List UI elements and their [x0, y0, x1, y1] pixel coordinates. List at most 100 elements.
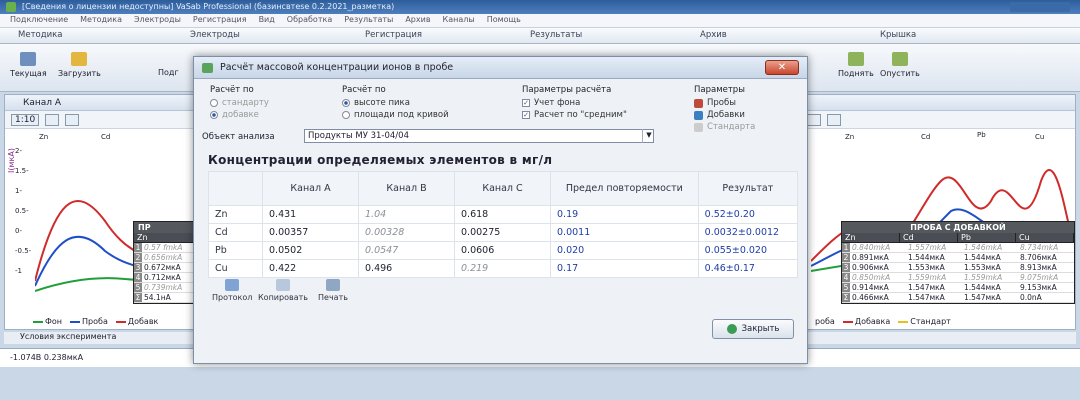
table-header-row: Канал А Канал В Канал С Предел повторяем… — [208, 171, 799, 206]
menu-item[interactable]: Архив — [405, 15, 430, 26]
checkbox-background[interactable]: ✓ Учет фона — [522, 98, 627, 108]
raise-button[interactable]: Поднять — [838, 52, 874, 78]
overlay-row: 5 0.914мкА 1.547мкА 1.544мкА 9.153мкА — [842, 283, 1074, 293]
checkbox-average[interactable]: ✓ Расчет по "средним" — [522, 110, 627, 120]
y-tick: 2- — [15, 147, 22, 155]
group-title: Параметры — [694, 85, 745, 95]
concentration-title: Концентрации определяемых элементов в мг… — [208, 153, 553, 167]
tab-registration[interactable]: Регистрация — [365, 30, 422, 40]
chart-icon[interactable] — [65, 113, 80, 126]
raise-label: Поднять — [838, 69, 874, 78]
protocol-button[interactable]: Протокол — [212, 279, 252, 302]
load-button[interactable]: Загрузить — [58, 52, 101, 78]
overlay-col: Cd — [900, 233, 958, 242]
calc-method-group: Расчёт по стандарту добавке — [210, 85, 269, 122]
menu-item[interactable]: Подключение — [10, 15, 68, 26]
menu-item[interactable]: Обработка — [287, 15, 332, 26]
group-title: Расчёт по — [210, 85, 254, 95]
radio-peak-height[interactable]: высоте пика — [342, 98, 449, 108]
col-header — [208, 171, 263, 206]
right-legend: роба Добавка Стандарт — [815, 317, 951, 326]
menu-item[interactable]: Результаты — [344, 15, 393, 26]
tab-lid[interactable]: Крышка — [880, 30, 916, 40]
tab-electrodes[interactable]: Электроды — [190, 30, 240, 40]
close-button[interactable]: Закрыть — [712, 319, 794, 339]
menu-item[interactable]: Каналы — [443, 15, 475, 26]
protocol-label: Протокол — [212, 293, 253, 302]
radio-standard[interactable]: стандарту — [210, 98, 269, 108]
radio-peak-area[interactable]: площади под кривой — [342, 110, 449, 120]
left-legend: Фон Проба Добавк — [33, 317, 158, 326]
lower-label: Опустить — [880, 69, 920, 78]
peak-method-group: Расчёт по высоте пика площади под кривой — [342, 85, 449, 122]
dialog-title-bar: Расчёт массовой концентрации ионов в про… — [194, 57, 807, 79]
menu-item[interactable]: Помощь — [487, 15, 521, 26]
right-panel-header — [801, 95, 1075, 111]
copy-label: Копировать — [258, 293, 308, 302]
chevron-down-icon[interactable]: ▼ — [642, 129, 655, 143]
col-header: Канал В — [358, 171, 455, 206]
tab-archive[interactable]: Архив — [700, 30, 727, 40]
menu-item[interactable]: Методика — [80, 15, 122, 26]
legend-item: Добавк — [115, 317, 158, 326]
overlay-row: 2 0.656mkA — [134, 253, 194, 263]
table-row: Zn 0.431 1.04 0.618 0.19 0.52±0.20 — [208, 205, 799, 224]
col-header: Канал А — [262, 171, 359, 206]
lower-button[interactable]: Опустить — [880, 52, 920, 78]
flask-icon — [694, 122, 703, 132]
element-marker: Pb — [977, 131, 986, 139]
prepare-label: Подг — [158, 68, 179, 77]
element-marker: Cu — [1035, 133, 1045, 141]
overlay-row: 3 0.906мкА 1.553мкА 1.553мкА 8.913мкА — [842, 263, 1074, 273]
window-controls[interactable] — [1010, 2, 1070, 12]
copy-icon — [275, 279, 290, 291]
chart-icon[interactable] — [807, 113, 821, 126]
overlay-header: ПРОБА С ДОБАВКОЙ — [842, 222, 1074, 233]
close-label: Закрыть — [741, 324, 780, 334]
overlay-row: 4 0.712мкА — [134, 273, 194, 283]
y-tick: 1- — [15, 187, 22, 195]
legend-item: Фон — [33, 317, 62, 326]
grid-icon[interactable] — [45, 113, 60, 126]
arrow-down-icon — [891, 52, 908, 66]
element-marker: Cd — [921, 133, 931, 141]
overlay-row: 5 0.739mkA — [134, 283, 194, 293]
menu-bar: Подключение Методика Электроды Регистрац… — [0, 14, 1080, 28]
object-label: Объект анализа — [202, 132, 275, 142]
menu-item[interactable]: Вид — [259, 15, 275, 26]
zoom-button[interactable]: 1:10 — [11, 113, 40, 126]
overlay-row: 1 0.840mkA 1.557mkA 1.546mkA 8.734mkA — [842, 243, 1074, 253]
conditions-label: Условия эксперимента — [20, 332, 117, 341]
prepare-button[interactable]: Подг — [158, 68, 179, 77]
close-icon[interactable]: ✕ — [765, 60, 799, 75]
legend-item: Стандарт — [898, 317, 951, 326]
print-button[interactable]: Печать — [318, 279, 348, 302]
current-label: Текущая — [10, 69, 47, 78]
table-row: Pb 0.0502 0.0547 0.0606 0.020 0.055±0.020 — [208, 241, 799, 260]
tab-results[interactable]: Результаты — [530, 30, 582, 40]
overlay-col: Zn — [842, 233, 900, 242]
right-panel-toolbar — [801, 111, 1075, 129]
copy-button[interactable]: Копировать — [258, 279, 308, 302]
arrow-up-icon — [847, 52, 864, 66]
legend-item: Добавка — [842, 317, 890, 326]
overlay-row: Σ 0.466мкА 1.547мкА 1.547мкА 0.0nA — [842, 293, 1074, 303]
right-results-overlay: ПРОБА С ДОБАВКОЙ Zn Cd Pb Cu 1 0.840mkA 1.… — [841, 221, 1075, 304]
flask-icon — [694, 98, 703, 108]
radio-addition[interactable]: добавке — [210, 110, 269, 120]
menu-item[interactable]: Электроды — [134, 15, 181, 26]
samples-button[interactable]: Пробы — [694, 98, 755, 108]
overlay-col: Pb — [958, 233, 1016, 242]
dialog-title: Расчёт массовой концентрации ионов в про… — [220, 62, 454, 73]
current-button[interactable]: Текущая — [10, 52, 47, 78]
object-select[interactable]: Продукты МУ 31-04/04 — [304, 129, 654, 143]
marker-icon[interactable] — [827, 113, 841, 126]
calc-params-group: Параметры расчёта ✓ Учет фона ✓ Расчет по … — [522, 85, 627, 122]
menu-item[interactable]: Регистрация — [193, 15, 247, 26]
standard-button[interactable]: Стандарта — [694, 122, 755, 132]
legend-item: роба — [815, 317, 835, 326]
element-marker-cd: Cd — [101, 133, 111, 141]
overlay-row: Σ 54.1нА — [134, 293, 194, 303]
additions-button[interactable]: Добавки — [694, 110, 755, 120]
tab-method[interactable]: Методика — [18, 30, 62, 40]
